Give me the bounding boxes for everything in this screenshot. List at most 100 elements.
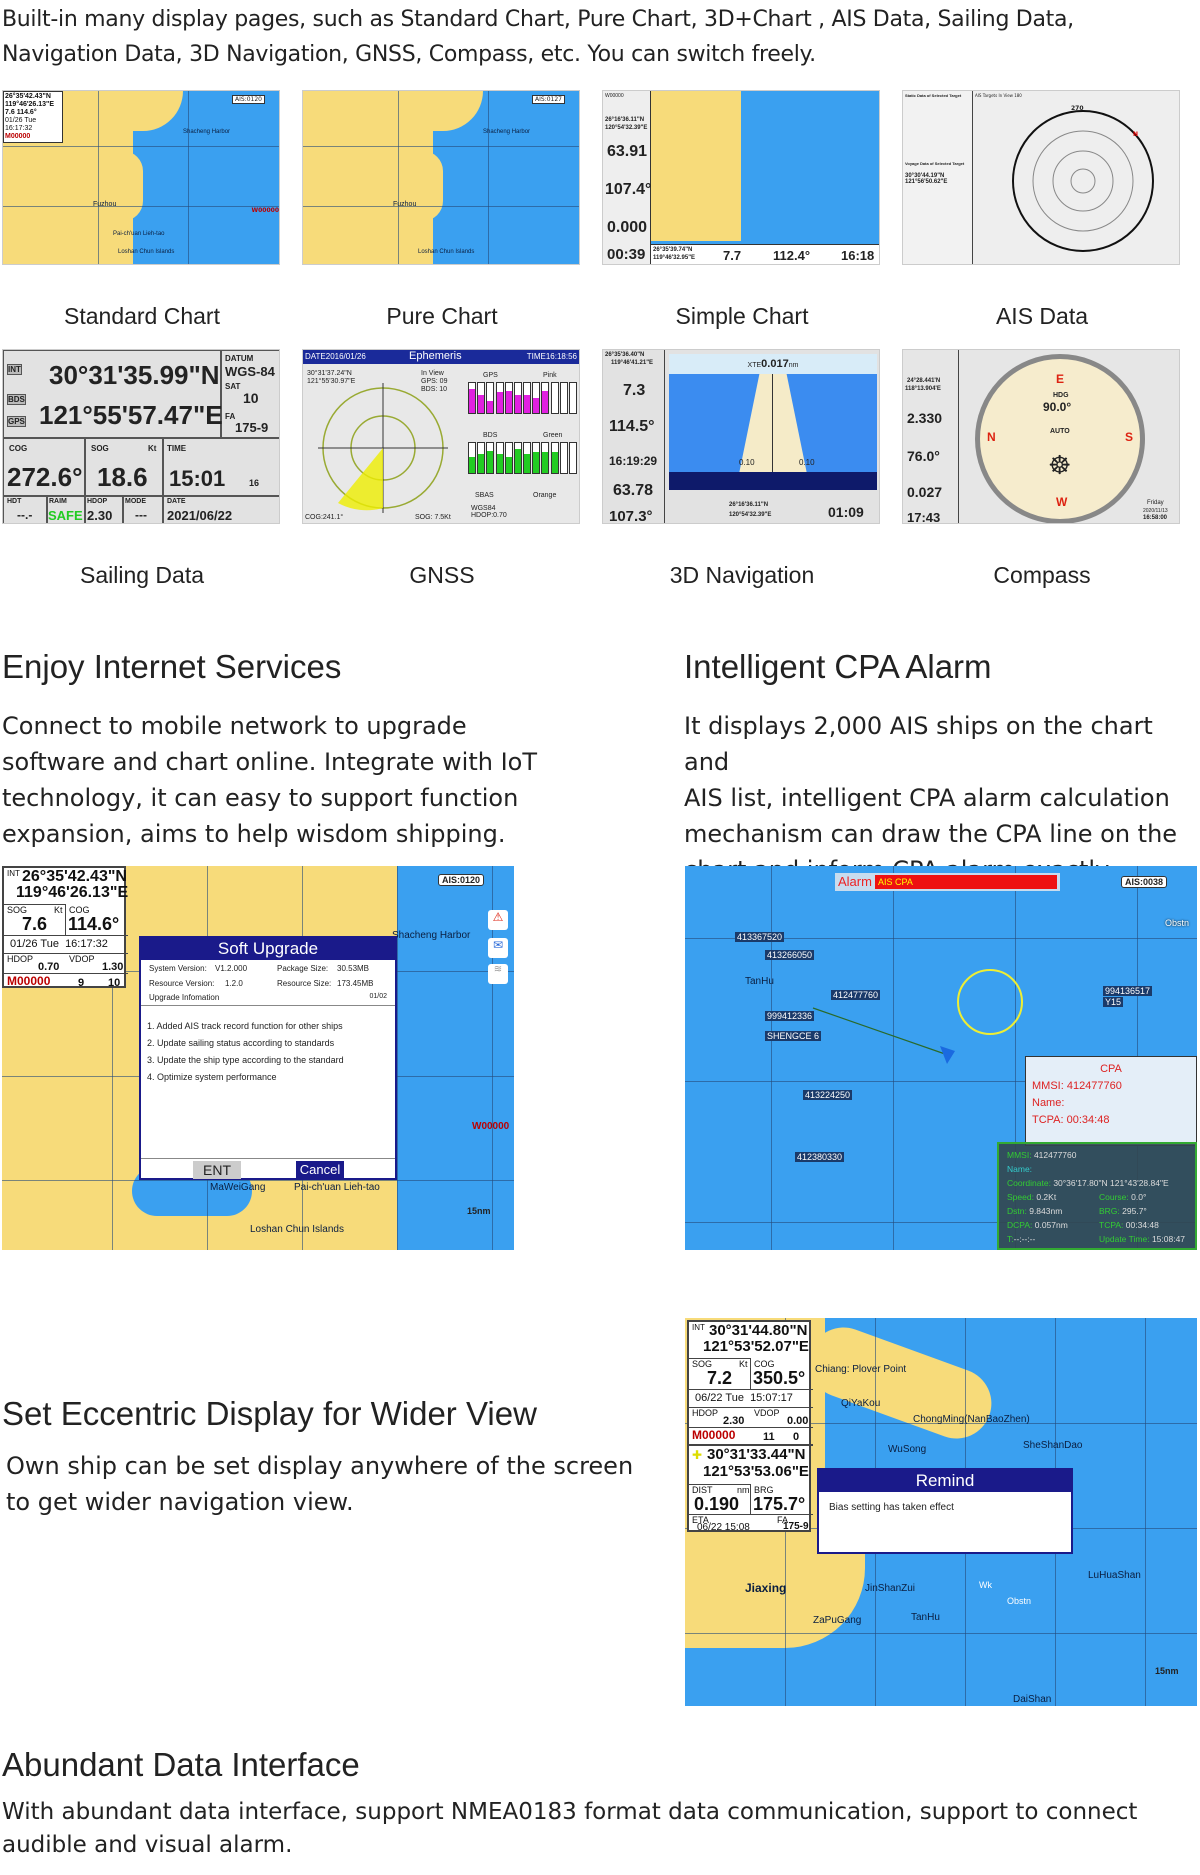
caption: Compass: [993, 562, 1091, 588]
thumb-3d-navigation[interactable]: 26°35'36.40"N 119°46'41.21"E 7.3 114.5° …: [602, 349, 880, 524]
info-name-label: Name:: [1007, 1164, 1033, 1174]
wp-lon: 118°13.904'E: [905, 386, 941, 392]
signal-bar: [541, 442, 550, 474]
remind-dialog: Remind Bias setting has taken effect: [817, 1468, 1073, 1554]
lon: 119°46'26.13"E: [16, 884, 129, 901]
thumb-sailing-data[interactable]: INT BDS GPS 30°31'35.99"N 121°55'57.47"E…: [2, 349, 280, 524]
lon: 119°46'41.21"E: [611, 360, 654, 366]
gnss-date: DATE2016/01/26: [305, 352, 366, 361]
signal-bar: [495, 382, 504, 414]
info-mmsi: 412477760: [1033, 1150, 1077, 1160]
fix-gps: GPS: [7, 416, 26, 427]
eccentric-title: Set Eccentric Display for Wider View: [2, 1395, 537, 1432]
eta-value: 01:09: [828, 504, 864, 520]
hdop: 2.30: [723, 1415, 745, 1427]
resource-version-label: Resource Version:: [149, 979, 215, 988]
xte-value: 0.017: [761, 358, 789, 370]
signal-bar: [513, 382, 522, 414]
message-icon[interactable]: ✉: [488, 938, 508, 958]
ais-count: AIS:0120: [438, 874, 485, 886]
vdop: 0.00: [787, 1415, 809, 1427]
mark: M00000: [7, 974, 51, 988]
signal-bar: [559, 442, 568, 474]
signal-bar: [504, 442, 513, 474]
info-dstn-label: Dstn:: [1007, 1206, 1027, 1216]
date-value: 2021/06/22: [167, 508, 233, 523]
brg-value: 107.4°: [605, 181, 652, 198]
thumb-pure-chart[interactable]: AIS:0127 Shacheng Harbor Fuzhou Loshan C…: [302, 90, 580, 265]
date: 01/26 Tue: [5, 117, 37, 124]
thumb-compass[interactable]: 24°28.441'N 118°13.904'E 2.330 76.0° 0.0…: [902, 349, 1180, 524]
place-label: Shacheng Harbor: [183, 129, 231, 135]
scale-label: 15nm: [467, 1206, 491, 1216]
place-label: Pai-ch'uan Lieh-tao: [294, 1182, 380, 1193]
place-label: Shacheng Harbor: [483, 129, 531, 135]
resource-size-label: Resource Size:: [277, 979, 332, 988]
cpa-popup-tcpa: TCPA: 00:34:48: [1032, 1114, 1110, 1126]
thumb-simple-chart[interactable]: W00000 26°16'36.11"N 120°54'32.39"E 63.9…: [602, 90, 880, 265]
thumb-gnss[interactable]: DATE2016/01/26 Ephemeris TIME16:18:56 30…: [302, 349, 580, 524]
mark: M00000: [5, 133, 31, 140]
gnss-lat: 30°31'37.24"N: [307, 370, 352, 377]
hdop-label: HDOP: [87, 498, 108, 505]
thumb-standard-chart[interactable]: 26°35'42.43"N 119°46'26.13"E 7.6 114.6° …: [2, 90, 280, 265]
xte-value: 0.000: [607, 219, 648, 236]
fix-int: INT: [7, 364, 22, 375]
static-title: Static Data of Selected Target: [905, 93, 962, 98]
eccentric-text-line: Own ship can be set display anywhere of …: [6, 1452, 634, 1480]
info-dcpa-label: DCPA:: [1007, 1220, 1033, 1230]
rng-value: 2.330: [907, 410, 943, 426]
info-t: --:--:--: [1013, 1234, 1036, 1244]
dialog-title: Soft Upgrade: [141, 938, 395, 960]
place-label: LuHuaShan: [1088, 1570, 1141, 1581]
sbas-legend: SBAS: [475, 492, 494, 499]
cancel-button[interactable]: Cancel: [296, 1161, 344, 1179]
sog-value: 7.3: [623, 382, 646, 399]
signal-bar: [550, 382, 559, 414]
raim-value: SAFE: [48, 508, 83, 523]
signal-bar: [541, 382, 550, 414]
info-dstn: 9.843nm: [1029, 1206, 1063, 1216]
soft-upgrade-dialog: Soft Upgrade System Version: V1.2.000 Pa…: [139, 936, 397, 1180]
raim-label: RAIM: [49, 498, 67, 505]
sog: 7.6: [22, 914, 48, 934]
cpa-title: Intelligent CPA Alarm: [684, 648, 992, 685]
brg-value: 107.3°: [609, 508, 653, 524]
cardinal-n: N: [987, 430, 996, 444]
internet-text-line: technology, it can easy to support funct…: [2, 784, 519, 812]
thumb-ais-data[interactable]: Static Data of Selected Target Voyage Da…: [902, 90, 1180, 265]
system-version: V1.2.000: [215, 964, 248, 973]
fa: 175-9: [783, 1521, 809, 1532]
cardinal-w: W: [1056, 495, 1068, 509]
ent-button[interactable]: ENT: [193, 1161, 241, 1179]
signal-bar: [504, 382, 513, 414]
internet-text-line: Connect to mobile network to upgrade: [2, 712, 467, 740]
gps-legend: GPS: [483, 372, 498, 379]
cursor-lat: 30°31'33.44"N: [707, 1446, 806, 1463]
caption: Standard Chart: [64, 303, 220, 329]
caption: Simple Chart: [675, 303, 809, 329]
gps: 11: [763, 1431, 775, 1443]
brg: 175.7°: [753, 1494, 806, 1514]
caption: 3D Navigation: [669, 562, 815, 588]
info-speed-label: Speed:: [1007, 1192, 1034, 1202]
time: 15:07:17: [750, 1392, 793, 1404]
internet-text-line: expansion, aims to help wisdom shipping.: [2, 820, 506, 848]
alarm-icon[interactable]: ⚠: [488, 910, 508, 930]
fa-label: FA: [225, 412, 236, 421]
gnss-sog: SOG: 7.5Kt: [415, 514, 451, 521]
cog-value: 114.5°: [609, 418, 655, 435]
signal-bar: [477, 442, 486, 474]
sog-unit: Kt: [148, 444, 157, 453]
signal-bar: [468, 442, 477, 474]
wifi-icon[interactable]: ≋: [488, 964, 508, 984]
bearing-label: 270: [1071, 105, 1084, 112]
gps-count: GPS: 09: [421, 378, 448, 385]
info-dcpa: 0.057nm: [1034, 1220, 1068, 1230]
mode-label: MODE: [125, 498, 146, 505]
helm-icon: ☸: [1048, 450, 1072, 480]
sat-value: 10: [243, 390, 259, 406]
data-interface-text: With abundant data interface, support NM…: [2, 1799, 1138, 1858]
lat: 26°35'42.43"N: [5, 93, 51, 100]
bds: 0: [793, 1431, 800, 1443]
